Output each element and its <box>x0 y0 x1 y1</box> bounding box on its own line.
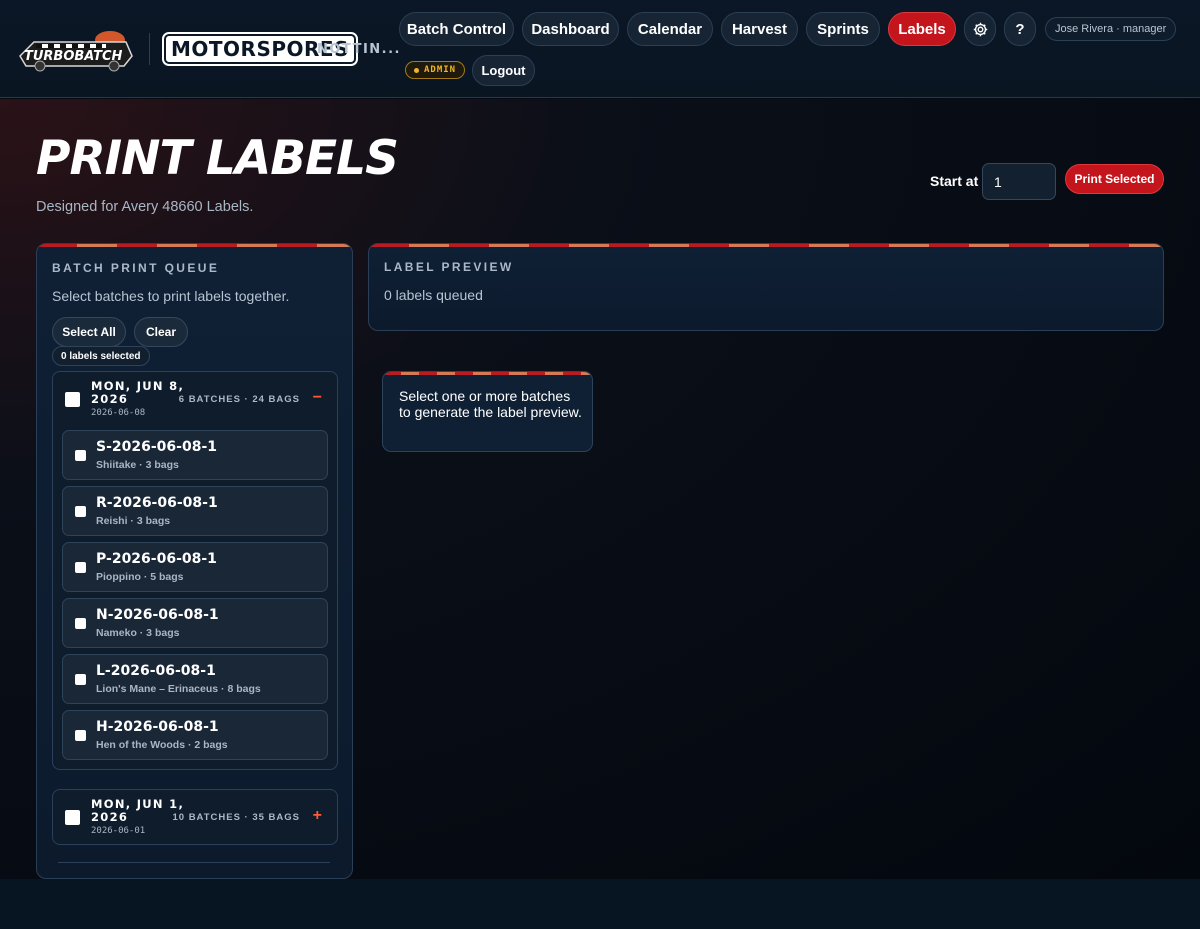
user-menu[interactable]: Jose Rivera · manager <box>1045 17 1177 41</box>
footer-band <box>0 879 1200 929</box>
gear-icon <box>973 22 987 36</box>
group-checkbox[interactable] <box>65 392 80 407</box>
batch-row[interactable]: R-2026-06-08-1 Reishi · 3 bags <box>62 486 328 536</box>
app-header: TURBOBATCH MOTORSPORES NOTTIN... Batch C… <box>0 0 1200 98</box>
preview-title: LABEL PREVIEW <box>384 260 514 274</box>
date-group-2026-06-08: MON, JUN 8, 2026 2026-06-08 6 BATCHES · … <box>52 371 338 770</box>
batch-code: S-2026-06-08-1 <box>96 439 217 455</box>
brand-divider <box>149 33 150 65</box>
labels-queued-count: 0 labels queued <box>384 287 483 303</box>
queue-title: BATCH PRINT QUEUE <box>52 261 220 275</box>
select-all-button[interactable]: Select All <box>52 317 126 347</box>
queue-divider <box>58 862 330 863</box>
group-meta: 6 BATCHES · 24 BAGS <box>178 394 300 405</box>
batch-description: Hen of the Woods · 2 bags <box>96 739 228 751</box>
logout-button[interactable]: Logout <box>472 55 535 86</box>
batch-description: Pioppino · 5 bags <box>96 571 184 583</box>
batch-checkbox[interactable] <box>75 674 86 685</box>
batch-description: Nameko · 3 bags <box>96 627 180 639</box>
nav-calendar[interactable]: Calendar <box>627 12 713 46</box>
batch-code: L-2026-06-08-1 <box>96 663 216 679</box>
settings-button[interactable] <box>964 12 996 46</box>
admin-badge-label: ADMIN <box>424 65 457 75</box>
batch-description: Lion's Mane – Erinaceus · 8 bags <box>96 683 261 695</box>
turbobatch-wordmark: TURBOBATCH <box>24 49 123 64</box>
date-group-2026-06-01: MON, JUN 1, 2026 2026-06-01 10 BATCHES ·… <box>52 789 338 845</box>
group-iso-date: 2026-06-01 <box>91 826 146 836</box>
batch-code: R-2026-06-08-1 <box>96 495 218 511</box>
selected-count-badge: 0 labels selected <box>52 346 150 366</box>
queue-description: Select batches to print labels together. <box>52 288 290 304</box>
clear-button[interactable]: Clear <box>134 317 188 347</box>
location-name[interactable]: NOTTIN... <box>317 42 401 57</box>
batch-checkbox[interactable] <box>75 730 86 741</box>
batch-checkbox[interactable] <box>75 618 86 629</box>
group-meta: 10 BATCHES · 35 BAGS <box>172 812 300 823</box>
batch-checkbox[interactable] <box>75 562 86 573</box>
hint-text: Select one or more batches to generate t… <box>399 388 582 420</box>
start-at-input[interactable] <box>982 163 1056 200</box>
batch-code: N-2026-06-08-1 <box>96 607 219 623</box>
page-subtitle: Designed for Avery 48660 Labels. <box>36 199 254 215</box>
status-dot-icon <box>414 67 419 73</box>
expand-toggle[interactable]: + <box>313 807 322 825</box>
batch-description: Reishi · 3 bags <box>96 515 171 527</box>
batch-row[interactable]: H-2026-06-08-1 Hen of the Woods · 2 bags <box>62 710 328 760</box>
batch-checkbox[interactable] <box>75 450 86 461</box>
group-iso-date: 2026-06-08 <box>91 408 146 418</box>
batch-row[interactable]: N-2026-06-08-1 Nameko · 3 bags <box>62 598 328 648</box>
preview-empty-hint: Select one or more batches to generate t… <box>382 371 593 452</box>
collapse-toggle[interactable]: − <box>313 389 322 407</box>
batch-description: Shiitake · 3 bags <box>96 459 179 471</box>
batch-row[interactable]: L-2026-06-08-1 Lion's Mane – Erinaceus ·… <box>62 654 328 704</box>
batch-row[interactable]: P-2026-06-08-1 Pioppino · 5 bags <box>62 542 328 592</box>
start-at-label: Start at <box>930 173 979 189</box>
turbobatch-logo[interactable]: TURBOBATCH <box>14 26 136 72</box>
group-date: MON, JUN 8, 2026 <box>91 379 185 406</box>
batch-print-queue-panel: BATCH PRINT QUEUE Select batches to prin… <box>36 243 353 879</box>
print-selected-button[interactable]: Print Selected <box>1065 164 1164 194</box>
batch-code: P-2026-06-08-1 <box>96 551 217 567</box>
nav-harvest[interactable]: Harvest <box>721 12 798 46</box>
admin-badge: ADMIN <box>405 61 466 79</box>
page-title: PRINT LABELS <box>36 131 399 186</box>
label-preview-panel: LABEL PREVIEW 0 labels queued <box>368 243 1164 331</box>
nav-dashboard[interactable]: Dashboard <box>522 12 619 46</box>
batch-checkbox[interactable] <box>75 506 86 517</box>
help-button[interactable]: ? <box>1004 12 1036 46</box>
nav-batch-control[interactable]: Batch Control <box>399 12 514 46</box>
nav-labels[interactable]: Labels <box>888 12 956 46</box>
nav-sprints[interactable]: Sprints <box>806 12 880 46</box>
group-checkbox[interactable] <box>65 810 80 825</box>
batch-code: H-2026-06-08-1 <box>96 719 219 735</box>
batch-row[interactable]: S-2026-06-08-1 Shiitake · 3 bags <box>62 430 328 480</box>
